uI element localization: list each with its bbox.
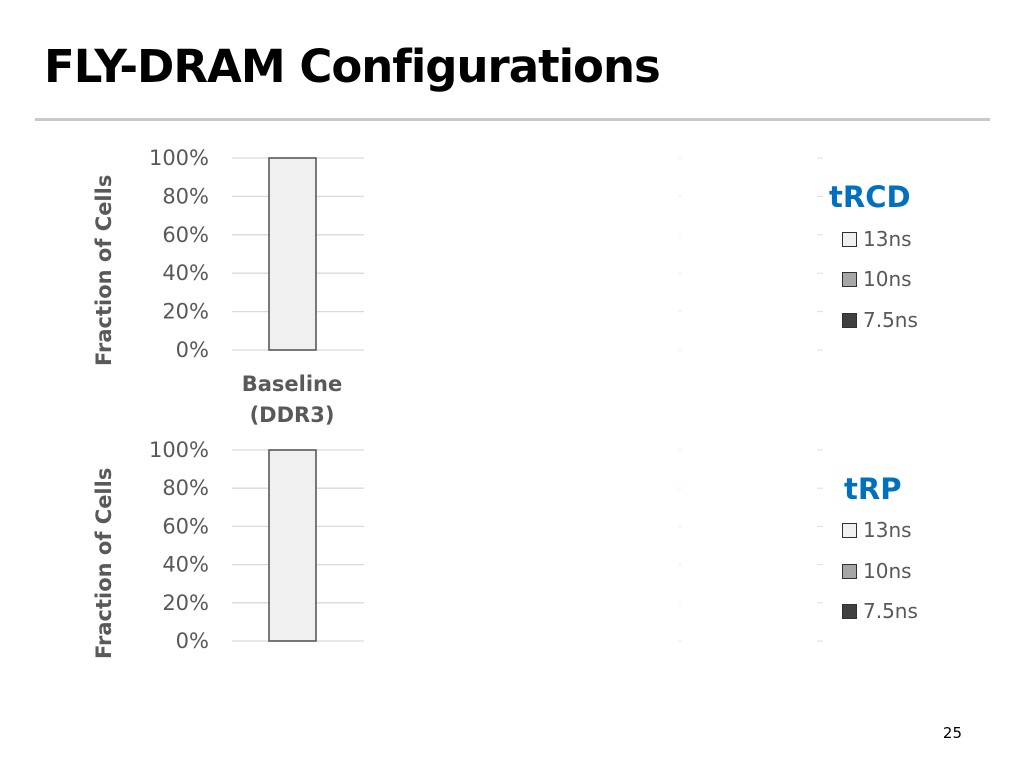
trp-y-axis-label: Fraction of Cells (92, 467, 116, 659)
trp-legend-item-7-5ns: 7.5ns (842, 599, 918, 623)
trp-y-tick-label: 80% (162, 476, 209, 500)
legend-label: 13ns (863, 518, 912, 542)
trp-y-tick-label: 100% (149, 438, 209, 462)
trp-chart: 0% 20% 40% 60% 80% 100% Fraction of Cells tRP… (0, 0, 1024, 768)
trp-y-tick-label: 40% (162, 553, 209, 577)
legend-label: 7.5ns (863, 599, 918, 623)
trp-legend-item-10ns: 10ns (842, 559, 912, 583)
trp-chart-plot: 0% 20% 40% 60% 80% 100% (149, 438, 823, 653)
trp-y-tick-label: 0% (176, 629, 209, 653)
trp-y-tick-label: 60% (162, 514, 209, 538)
trp-legend-title: tRP (844, 472, 902, 506)
trp-y-tick-label: 20% (162, 591, 209, 615)
page-number: 25 (942, 724, 962, 742)
trp-legend-item-13ns: 13ns (842, 518, 912, 542)
legend-label: 10ns (863, 559, 912, 583)
legend-swatch-10ns (842, 563, 857, 579)
legend-swatch-7-5ns (842, 603, 857, 619)
legend-swatch-13ns (842, 522, 857, 538)
trp-bar-13ns (268, 449, 317, 642)
